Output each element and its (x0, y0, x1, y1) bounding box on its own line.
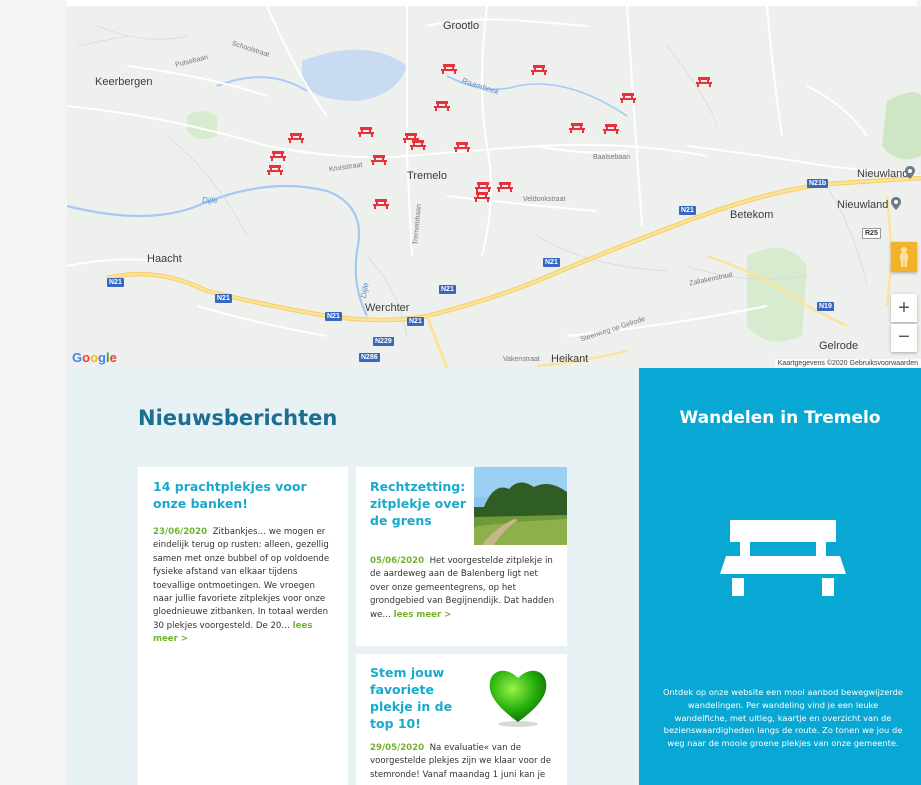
map-label-nieuwland-2: Nieuwland (837, 199, 889, 211)
news-card-title[interactable]: Stem jouw favoriete plekje in de top 10! (370, 664, 474, 732)
road-shield: N21 (439, 285, 456, 294)
pegman-button[interactable] (891, 242, 917, 272)
bench-marker-icon[interactable] (410, 140, 426, 150)
place-pin-icon[interactable] (905, 166, 915, 179)
news-section: Nieuwsberichten 14 prachtplekjes voor on… (67, 368, 639, 785)
bench-marker-icon[interactable] (373, 199, 389, 209)
map-label-tremelo: Tremelo (407, 170, 447, 182)
map-label-betekom: Betekom (730, 209, 774, 221)
bench-marker-icon[interactable] (475, 182, 491, 192)
road-shield: N21b (807, 179, 829, 188)
bench-marker-icon[interactable] (454, 142, 470, 152)
road-shield: N21 (215, 294, 232, 303)
google-logo[interactable]: Google (72, 350, 117, 365)
news-card[interactable]: Rechtzetting: zitplekje over de grens 05… (356, 467, 567, 646)
map-label-nieuwland-1: Nieuwland (857, 168, 909, 180)
landscape-photo[interactable] (474, 467, 567, 545)
bench-marker-icon[interactable] (696, 77, 712, 87)
map-label-heikant: Heikant (551, 353, 589, 365)
map-label-baalsebaan: Baalsebaan (593, 154, 630, 161)
news-card-title[interactable]: Rechtzetting: zitplekje over de grens (370, 478, 474, 529)
read-more-link[interactable]: lees meer > (394, 610, 452, 620)
map-label-veldonkstraat: Veldonkstraat (523, 196, 566, 203)
news-card[interactable]: 14 prachtplekjes voor onze banken! 23/06… (138, 467, 348, 785)
map-attribution[interactable]: Kaartgegevens ©2020 Gebruiksvoorwaarden (774, 359, 921, 368)
map-label-werchter: Werchter (365, 302, 410, 314)
bench-marker-icon[interactable] (267, 165, 283, 175)
road-shield: N19 (817, 302, 834, 311)
map[interactable]: Grootlo Keerbergen Tremelo Betekom Haach… (67, 6, 921, 368)
bench-marker-icon[interactable] (497, 182, 513, 192)
bench-marker-icon[interactable] (441, 64, 457, 74)
zoom-out-button[interactable]: − (891, 324, 917, 352)
bench-marker-icon[interactable] (434, 101, 450, 111)
news-card-title[interactable]: 14 prachtplekjes voor onze banken! (153, 478, 333, 512)
bench-marker-icon[interactable] (358, 127, 374, 137)
road-shield: N21 (543, 258, 560, 267)
map-label-grootlo: Grootlo (443, 20, 480, 32)
news-card-body: 29/05/2020 Na evaluatie« van de voorgest… (370, 742, 556, 782)
news-card-date: 29/05/2020 (370, 743, 425, 753)
news-card-date: 23/06/2020 (153, 527, 208, 537)
bench-marker-icon[interactable] (620, 93, 636, 103)
bench-marker-icon[interactable] (371, 155, 387, 165)
bench-marker-icon[interactable] (569, 123, 585, 133)
green-heart-image[interactable] (486, 664, 550, 728)
news-card-date: 05/06/2020 (370, 556, 425, 566)
walk-text: Ontdek op onze website een mooi aanbod b… (662, 687, 904, 749)
bench-marker-icon[interactable] (270, 151, 286, 161)
road-shield: N286 (359, 353, 380, 362)
road-shield: R25 (862, 228, 881, 239)
walk-title: Wandelen in Tremelo (679, 408, 881, 428)
news-card-body: 23/06/2020 Zitbankjes… we mogen er einde… (153, 526, 333, 647)
news-card[interactable]: Stem jouw favoriete plekje in de top 10!… (356, 654, 567, 785)
bench-marker-icon[interactable] (288, 133, 304, 143)
road-shield: N21 (325, 312, 342, 321)
walk-section[interactable]: Wandelen in Tremelo Ontdek op onze websi… (639, 368, 921, 785)
road-shield: N21 (679, 206, 696, 215)
map-label-vakenstraat: Vakenstraat (503, 356, 540, 363)
pegman-icon (900, 247, 908, 267)
bench-marker-icon[interactable] (474, 192, 490, 202)
road-shield: N21 (407, 317, 424, 326)
news-card-text: Zitbankjes… we mogen er eindelijk terug … (153, 527, 330, 631)
road-shield: N21 (107, 278, 124, 287)
zoom-in-button[interactable]: + (891, 294, 917, 322)
road-shield: N229 (373, 337, 394, 346)
page: Grootlo Keerbergen Tremelo Betekom Haach… (0, 0, 921, 785)
bench-marker-icon[interactable] (603, 124, 619, 134)
news-title: Nieuwsberichten (138, 406, 338, 430)
left-gutter (0, 0, 67, 785)
bench-marker-icon[interactable] (531, 65, 547, 75)
map-label-keerbergen: Keerbergen (95, 76, 153, 88)
place-pin-icon[interactable] (891, 197, 901, 210)
map-label-gelrode: Gelrode (819, 340, 859, 352)
map-label-haacht: Haacht (147, 253, 182, 265)
news-card-body: 05/06/2020 Het voorgestelde zitplekje in… (370, 555, 556, 622)
bench-icon (720, 520, 846, 596)
map-label-dijle-1: Dijle (202, 196, 218, 205)
